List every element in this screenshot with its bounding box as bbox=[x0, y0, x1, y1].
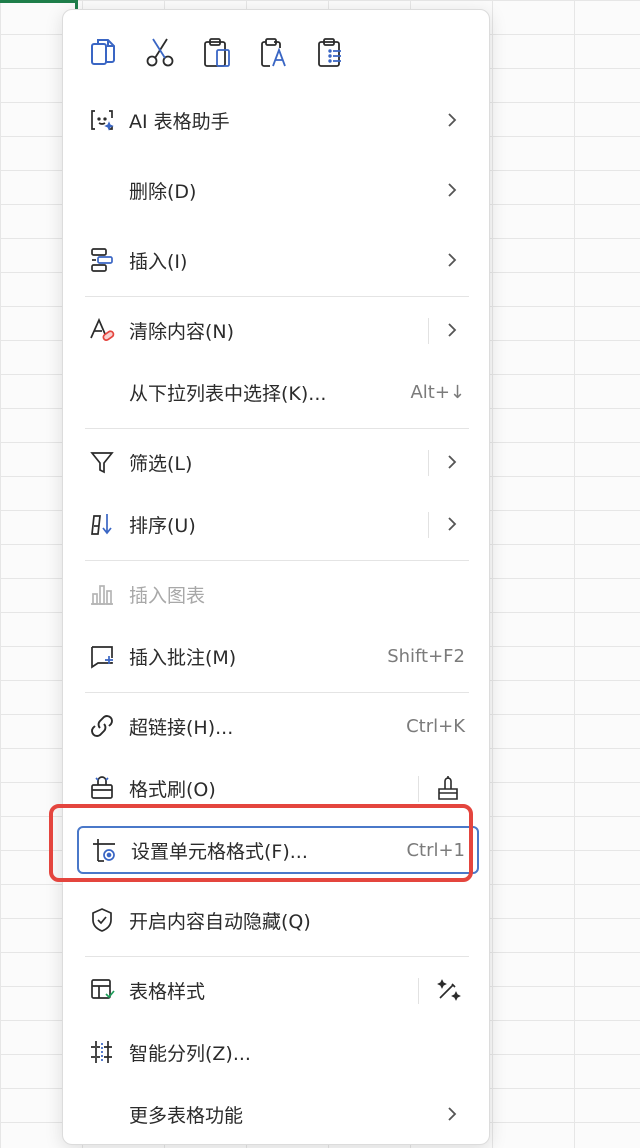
menu-item-label: 插入图表 bbox=[129, 584, 206, 607]
menu-item-table-style[interactable]: 表格样式 bbox=[73, 968, 481, 1012]
paste-icon bbox=[204, 38, 230, 67]
menu-item-label: 筛选(L) bbox=[129, 452, 193, 475]
menu-item-insert[interactable]: 插入(I) bbox=[73, 238, 481, 282]
menu-divider bbox=[85, 956, 469, 957]
magic-wand-icon[interactable] bbox=[433, 975, 463, 1005]
menu-item-filter[interactable]: 筛选(L) bbox=[73, 440, 481, 484]
paste-special-icon bbox=[318, 38, 341, 67]
menu-item-label: 表格样式 bbox=[129, 980, 206, 1003]
menu-item-separator bbox=[428, 512, 429, 538]
link-icon bbox=[91, 715, 113, 737]
menu-item-hyperlink[interactable]: 超链接(H)... Ctrl+K bbox=[73, 704, 481, 748]
menu-item-smart-split[interactable]: 智能分列(Z)... bbox=[73, 1030, 481, 1074]
paste-text-icon bbox=[261, 38, 286, 67]
insert-icon bbox=[91, 248, 113, 272]
table-style-icon bbox=[91, 979, 115, 999]
filter-icon bbox=[90, 452, 114, 474]
chevron-right-icon bbox=[448, 517, 457, 531]
menu-item-label: 清除内容(N) bbox=[129, 320, 235, 343]
menu-item-separator bbox=[428, 318, 429, 344]
shortcut-text: Alt+↓ bbox=[410, 381, 465, 403]
cut-icon bbox=[146, 38, 174, 67]
menu-item-insert-comment[interactable]: 插入批注(M) Shift+F2 bbox=[73, 634, 481, 678]
menu-item-label: AI 表格助手 bbox=[129, 110, 230, 133]
menu-item-label: 格式刷(O) bbox=[129, 778, 216, 801]
menu-item-separator bbox=[418, 776, 419, 802]
chevron-right-icon bbox=[448, 113, 457, 127]
menu-item-label: 插入(I) bbox=[129, 250, 188, 273]
menu-item-label: 更多表格功能 bbox=[129, 1104, 244, 1127]
paste-button[interactable] bbox=[199, 32, 256, 72]
menu-item-label: 超链接(H)... bbox=[129, 716, 234, 739]
menu-divider bbox=[85, 560, 469, 561]
chevron-right-icon bbox=[448, 323, 457, 337]
ai-assistant-icon bbox=[91, 110, 114, 131]
paint-brush-icon[interactable] bbox=[433, 773, 463, 803]
menu-item-separator bbox=[418, 978, 419, 1004]
copy-icon bbox=[91, 39, 115, 65]
menu-divider bbox=[85, 692, 469, 693]
clipboard-toolbar bbox=[85, 32, 370, 72]
chevron-right-icon bbox=[448, 253, 457, 267]
active-cell-border bbox=[0, 0, 78, 3]
chevron-right-icon bbox=[448, 1107, 457, 1121]
menu-item-sort[interactable]: 排序(U) bbox=[73, 502, 481, 546]
menu-item-label: 排序(U) bbox=[129, 514, 196, 537]
menu-item-more-table-features[interactable]: 更多表格功能 bbox=[73, 1092, 481, 1136]
menu-item-clear-content[interactable]: 清除内容(N) bbox=[73, 308, 481, 352]
menu-item-label: 从下拉列表中选择(K)... bbox=[129, 382, 327, 405]
annotation-highlight-box bbox=[49, 804, 473, 882]
menu-item-insert-chart: 插入图表 bbox=[73, 572, 481, 616]
menu-item-ai-assistant[interactable]: AI 表格助手 bbox=[73, 98, 481, 142]
menu-item-separator bbox=[428, 450, 429, 476]
shortcut-text: Ctrl+K bbox=[406, 715, 465, 737]
menu-divider bbox=[85, 428, 469, 429]
clear-content-icon bbox=[90, 317, 115, 341]
shield-icon bbox=[92, 908, 112, 932]
chevron-right-icon bbox=[448, 183, 457, 197]
menu-item-auto-hide-content[interactable]: 开启内容自动隐藏(Q) bbox=[73, 898, 481, 942]
format-painter-icon bbox=[91, 776, 113, 799]
menu-item-label: 删除(D) bbox=[129, 180, 197, 203]
menu-item-label: 开启内容自动隐藏(Q) bbox=[129, 910, 311, 933]
chevron-right-icon bbox=[448, 455, 457, 469]
context-menu: AI 表格助手 删除(D) 插入(I) 清除内容(N) 从下拉列表中选择(K).… bbox=[62, 9, 490, 1145]
copy-button[interactable] bbox=[85, 32, 142, 72]
shortcut-text: Shift+F2 bbox=[387, 645, 465, 667]
split-column-icon bbox=[91, 1041, 112, 1063]
paste-text-button[interactable] bbox=[256, 32, 313, 72]
menu-item-label: 智能分列(Z)... bbox=[129, 1042, 251, 1065]
paste-special-button[interactable] bbox=[313, 32, 370, 72]
active-cell-border-vertical bbox=[75, 0, 78, 9]
menu-divider bbox=[85, 296, 469, 297]
menu-item-delete[interactable]: 删除(D) bbox=[73, 168, 481, 212]
comment-icon bbox=[91, 646, 113, 669]
chart-icon bbox=[91, 585, 113, 605]
cut-button[interactable] bbox=[142, 32, 199, 72]
sort-icon bbox=[91, 514, 112, 535]
menu-item-pick-from-dropdown[interactable]: 从下拉列表中选择(K)... Alt+↓ bbox=[73, 370, 481, 414]
menu-item-label: 插入批注(M) bbox=[129, 646, 237, 669]
